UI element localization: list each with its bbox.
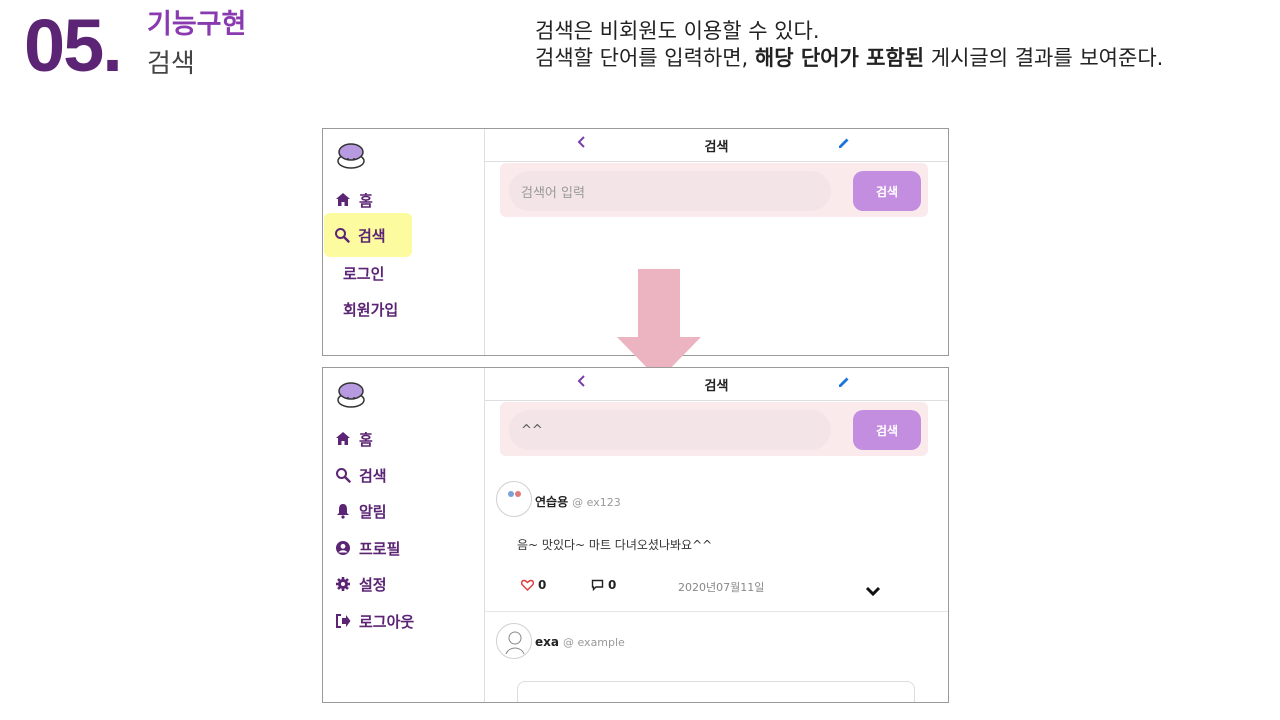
avatar[interactable] [496,481,532,517]
sidebar: 홈 검색 로그인 회원가입 [323,129,485,355]
gear-icon [336,577,350,591]
like-count: 0 [538,578,547,592]
post-author[interactable]: 연습용 @ ex123 [535,493,621,510]
slide-subtitle: 검색 [147,49,195,79]
post-author[interactable]: exa @ example [535,635,625,649]
sidebar-item-profile[interactable]: 프로필 [335,537,400,559]
home-icon [336,432,350,445]
description-line-2: 검색할 단어를 입력하면, 해당 단어가 포함된 게시글의 결과를 보여준다. [535,46,1164,70]
comment-icon [591,579,604,591]
sidebar-item-label: 로그인 [343,264,385,283]
heart-icon [521,579,534,591]
sidebar-item-alerts[interactable]: 알림 [335,500,387,522]
avatar-icon [505,631,525,655]
user-circle-icon [336,541,350,555]
page-title: 검색 [704,140,729,155]
home-icon [336,193,350,206]
search-input[interactable]: ^^ [509,410,831,450]
logo-icon [337,382,365,408]
main-panel: 검색 ^^ 검색 연습용 @ ex123 음~ 맛있다~ 마트 다녀오셨나봐요^^… [485,368,948,702]
sign-out-icon [336,614,351,628]
avatar[interactable] [496,623,532,659]
search-panel: 검색어 입력 검색 [500,163,928,217]
sidebar-item-label: 설정 [359,575,387,594]
sidebar-item-settings[interactable]: 설정 [335,573,387,595]
sidebar-item-label: 로그아웃 [359,612,415,631]
sidebar-item-label: 검색 [358,226,386,245]
post-divider [485,611,948,612]
logo-icon [337,143,365,169]
post-card[interactable]: exa @ example [485,623,948,702]
sidebar-item-label: 알림 [359,502,387,521]
slide-description: 검색은 비회원도 이용할 수 있다. 검색할 단어를 입력하면, 해당 단어가 … [535,18,1163,72]
like-button[interactable]: 0 [521,578,546,592]
sidebar-item-signup[interactable]: 회원가입 [343,298,398,320]
sidebar-item-search[interactable]: 검색 [324,213,412,257]
description-line-1: 검색은 비회원도 이용할 수 있다. [535,19,820,43]
sidebar-item-search[interactable]: 검색 [335,464,387,486]
bell-icon [337,504,349,519]
sidebar: 홈 검색 알림 프로필 설정 로그아웃 [323,368,485,702]
sidebar-item-label: 검색 [359,466,387,485]
comment-count: 0 [608,578,617,592]
main-panel: 검색 검색어 입력 검색 [485,129,948,355]
post-card[interactable]: 연습용 @ ex123 음~ 맛있다~ 마트 다녀오셨나봐요^^ 0 0 2020… [485,481,948,611]
top-bar: 검색 [485,368,948,401]
post-handle: @ example [562,636,625,649]
sidebar-item-label: 홈 [359,191,373,210]
sidebar-item-label: 홈 [359,430,373,449]
search-input[interactable]: 검색어 입력 [509,171,831,211]
search-button[interactable]: 검색 [853,171,921,211]
sidebar-item-logout[interactable]: 로그아웃 [335,610,414,632]
sidebar-item-label: 프로필 [359,539,401,558]
sidebar-item-home[interactable]: 홈 [335,189,373,211]
sidebar-item-label: 회원가입 [343,300,399,319]
avatar-icon [508,491,521,497]
post-content: 음~ 맛있다~ 마트 다녀오셨나봐요^^ [517,538,713,552]
search-button[interactable]: 검색 [853,410,921,450]
pencil-icon[interactable] [837,375,851,389]
page-title: 검색 [704,379,729,394]
search-screen-after: 홈 검색 알림 프로필 설정 로그아웃 검색 ^^ 검색 연습용 @ ex123… [322,367,949,703]
chevron-down-icon[interactable] [865,585,881,597]
search-icon [335,228,350,243]
slide-number: 05. [24,4,123,87]
down-arrow-icon [617,269,701,380]
pencil-icon[interactable] [837,136,851,150]
comment-button[interactable]: 0 [591,578,616,592]
sidebar-item-home[interactable]: 홈 [335,428,373,450]
slide-title: 기능구현 [147,9,247,40]
sidebar-item-login[interactable]: 로그인 [343,262,384,284]
description-emphasis: 해당 단어가 포함된 [754,46,925,70]
search-icon [336,468,351,483]
search-panel: ^^ 검색 [500,402,928,456]
post-date: 2020년07월11일 [678,581,765,594]
post-handle: @ ex123 [572,496,621,509]
post-content-box [517,681,915,702]
top-bar: 검색 [485,129,948,162]
